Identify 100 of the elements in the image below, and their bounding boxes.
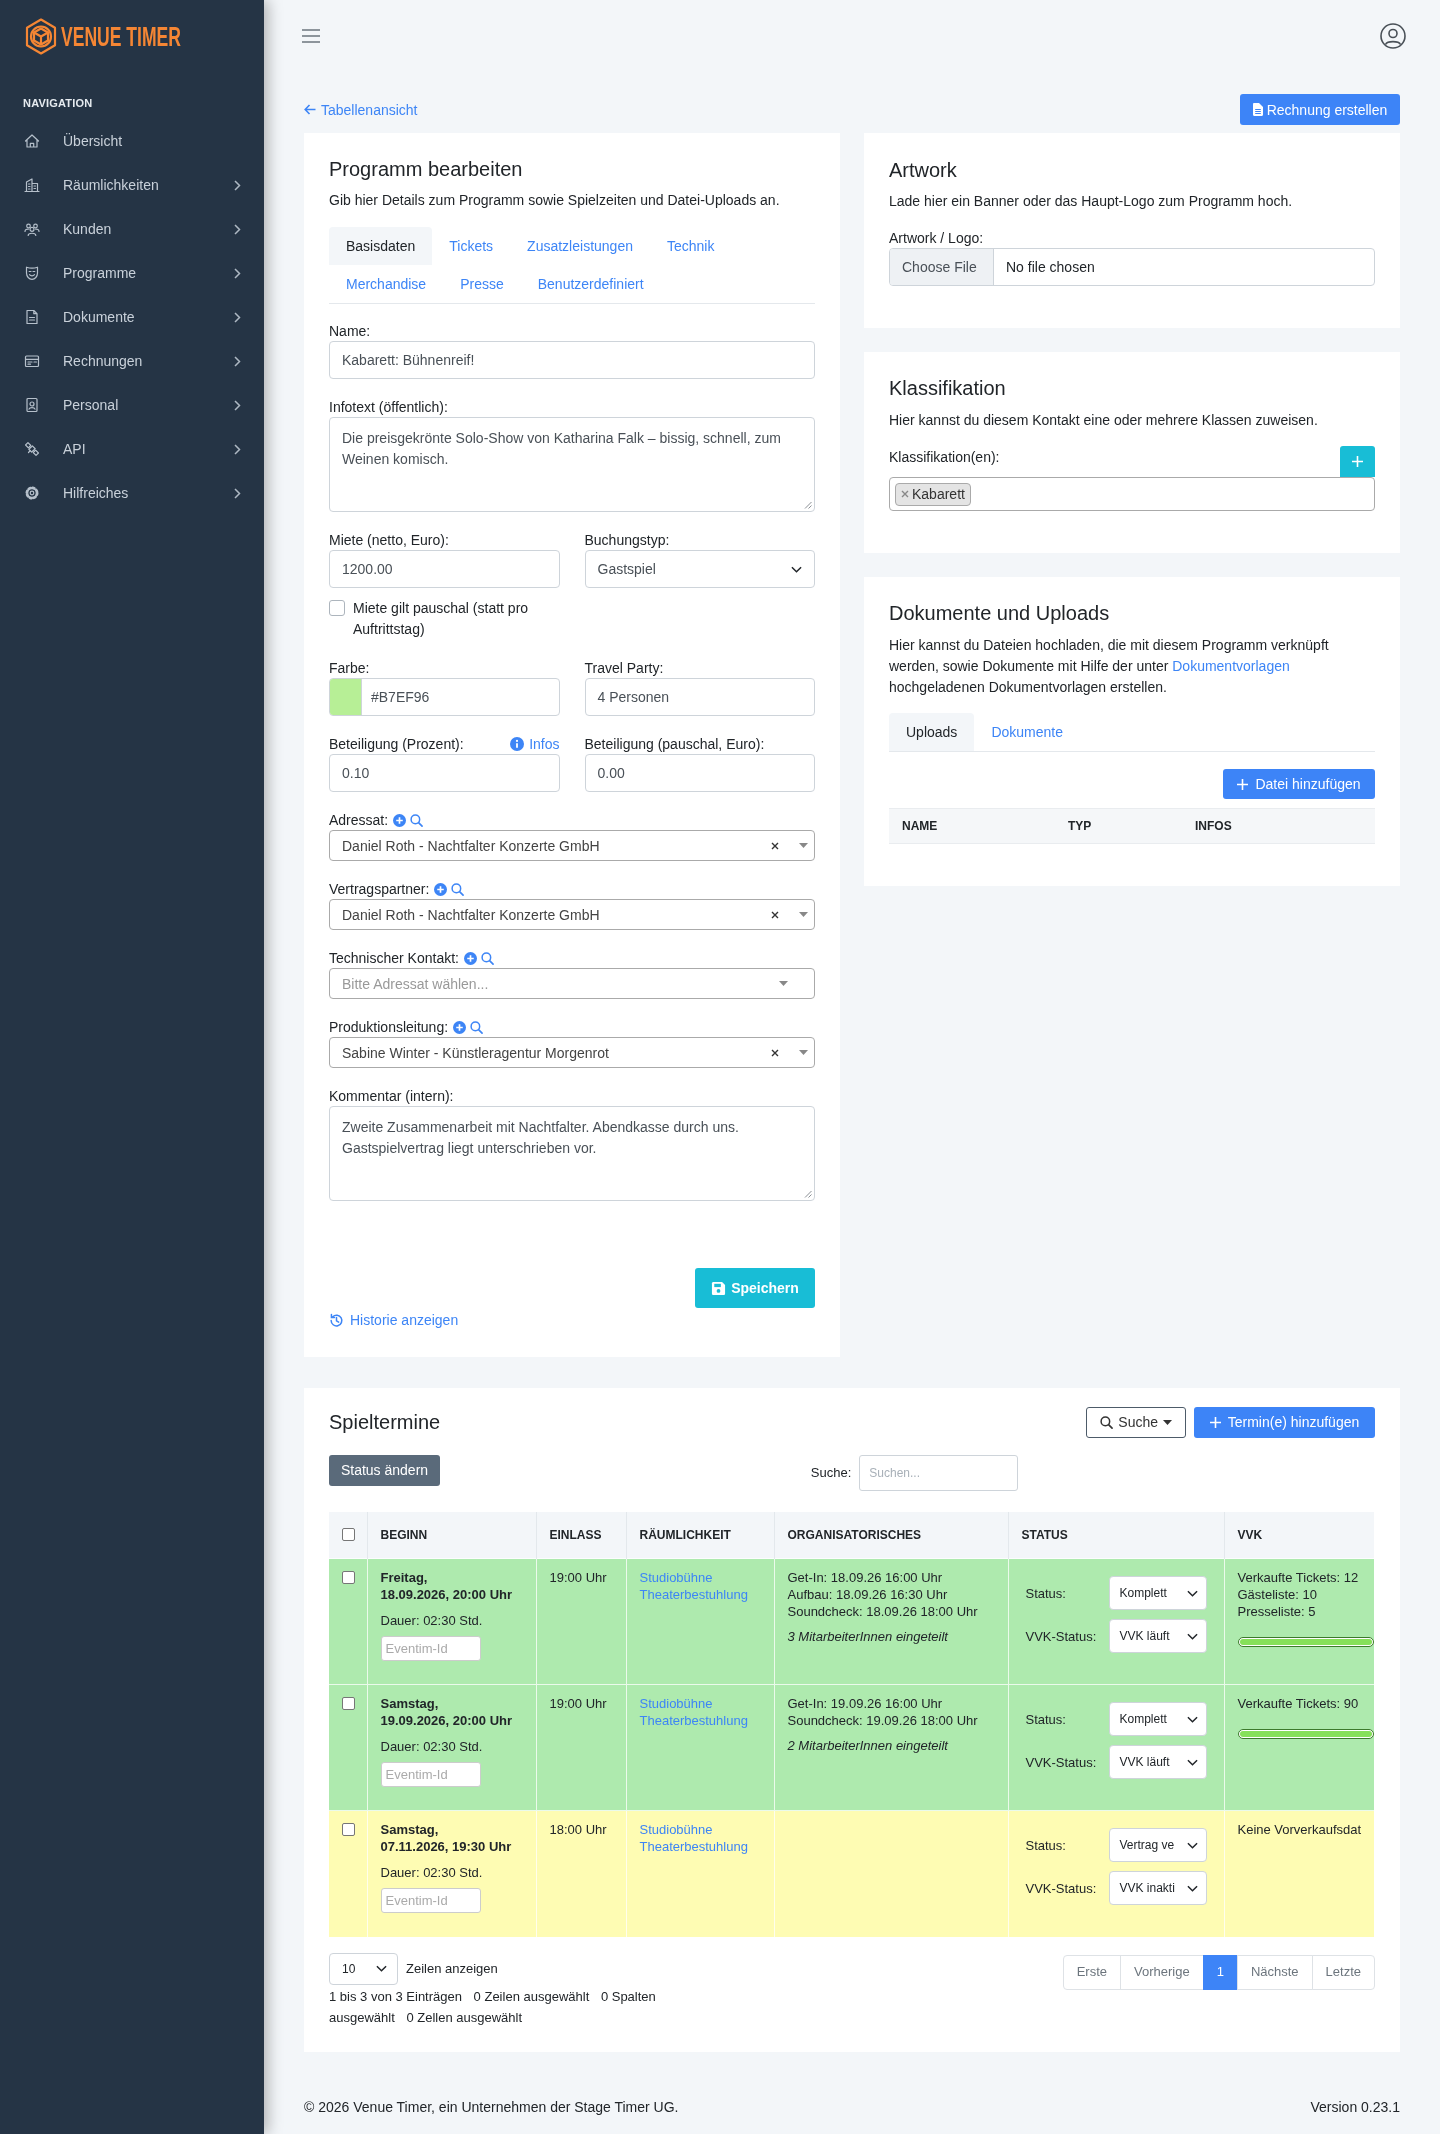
search-icon[interactable] <box>410 813 424 827</box>
start-day: Samstag, <box>380 1821 523 1838</box>
add-date-button[interactable]: Termin(e) hinzufügen <box>1194 1406 1375 1438</box>
page-button[interactable]: 1 <box>1202 1954 1238 1990</box>
arrow-left-icon <box>304 104 316 115</box>
text-input[interactable]: 0.00 <box>584 754 815 792</box>
contact-select[interactable]: Daniel Roth - Nachtfalter Konzerte GmbH <box>329 899 815 930</box>
sales-text: Keine Vorverkaufsdat <box>1237 1821 1363 1838</box>
sidebar-item[interactable]: Übersicht <box>0 119 264 163</box>
venue-link[interactable]: Studiobühne Theaterbestuhlung <box>639 1821 761 1855</box>
plus-circle-icon[interactable] <box>463 951 477 965</box>
tab[interactable]: Merchandise <box>329 265 444 303</box>
field-label: Status: <box>1025 1836 1067 1854</box>
presale-status-dropdown[interactable]: VVK läuft <box>1108 1745 1207 1779</box>
sidebar-item[interactable]: Dokumente <box>0 295 264 339</box>
sidebar-item[interactable]: API <box>0 427 264 471</box>
column-header: TYP <box>1067 818 1093 835</box>
tab[interactable]: Uploads <box>889 713 975 751</box>
close-icon[interactable] <box>771 910 779 919</box>
resize-grip-icon[interactable] <box>804 501 812 509</box>
chevron-right-icon <box>234 311 241 323</box>
card-description: Gib hier Details zum Programm sowie Spielzeiten und Datei-Uploads an. <box>329 191 781 210</box>
tab[interactable]: Basisdaten <box>329 227 433 265</box>
tab[interactable]: Presse <box>443 265 521 303</box>
presale-status-dropdown[interactable]: VVK läuft <box>1108 1619 1207 1653</box>
receipt-icon <box>24 353 40 369</box>
nav-heading: NAVIGATION <box>23 96 94 111</box>
status-dropdown[interactable]: Vertrag ve <box>1108 1828 1207 1862</box>
field-label: VVK-Status: <box>1025 1627 1098 1645</box>
text-input[interactable]: Kabarett: Bühnenreif! <box>329 341 815 379</box>
tag-input[interactable]: Kabarett <box>889 477 1375 511</box>
version-text: Version 0.23.1 <box>1310 2097 1400 2117</box>
status-dropdown[interactable]: Komplett <box>1108 1576 1207 1610</box>
checkbox-label: Miete gilt pauschal (statt pro Auftrittstag) <box>353 599 530 639</box>
templates-link[interactable]: Dokumentvorlagen <box>1172 658 1290 674</box>
contact-select[interactable]: Daniel Roth - Nachtfalter Konzerte GmbH <box>329 830 815 861</box>
field-label: VVK-Status: <box>1025 1879 1098 1897</box>
info-link[interactable]: Infos <box>510 734 560 754</box>
plus-circle-icon[interactable] <box>393 813 407 827</box>
resize-grip-icon[interactable] <box>804 1190 812 1198</box>
row-checkbox[interactable] <box>342 1571 355 1584</box>
plus-circle-icon[interactable] <box>453 1020 467 1034</box>
create-invoice-button[interactable]: Rechnung erstellen <box>1240 94 1400 125</box>
status-dropdown[interactable]: Komplett <box>1108 1702 1207 1736</box>
sidebar-item[interactable]: Programme <box>0 251 264 295</box>
presale-status-dropdown[interactable]: VVK inakti <box>1108 1871 1207 1905</box>
text-area[interactable]: Zweite Zusammenarbeit mit Nachtfalter. Abendkasse durch uns. Gastspielvertrag liegt unterschrieben vor. <box>329 1106 815 1201</box>
tab[interactable]: Technik <box>649 227 732 265</box>
search-icon[interactable] <box>480 951 494 965</box>
page-length-select[interactable]: 10 <box>329 1952 398 1985</box>
sales-text: Presseliste: 5 <box>1237 1603 1317 1620</box>
user-icon[interactable] <box>1380 23 1406 49</box>
start-date: 18.09.2026, 20:00 Uhr <box>380 1586 514 1603</box>
chevron-down-icon <box>1186 1589 1198 1597</box>
sidebar-item[interactable]: Hilfreiches <box>0 471 264 515</box>
close-icon[interactable] <box>771 841 779 850</box>
tab[interactable]: Benutzerdefiniert <box>520 265 661 303</box>
tab[interactable]: Zusatzleistungen <box>510 227 650 265</box>
text-area[interactable]: Die preisgekrönte Solo-Show von Katharina Falk – bissig, schnell, zum Weinen komisch. <box>329 417 815 512</box>
sidebar-item[interactable]: Rechnungen <box>0 339 264 383</box>
search-icon[interactable] <box>451 882 465 896</box>
row-checkbox[interactable] <box>342 1823 355 1836</box>
search-icon[interactable] <box>470 1020 484 1034</box>
card-title: Artwork <box>889 158 958 182</box>
sidebar-item[interactable]: Kunden <box>0 207 264 251</box>
field-label: Vertragspartner: <box>329 880 430 899</box>
sidebar-item[interactable]: Räumlichkeiten <box>0 163 264 207</box>
tab[interactable]: Tickets <box>432 227 511 265</box>
history-link[interactable]: Historie anzeigen <box>329 1310 459 1330</box>
mask-icon <box>24 265 40 281</box>
tab[interactable]: Dokumente <box>974 713 1080 751</box>
search-toggle-button[interactable]: Suche <box>1086 1406 1186 1438</box>
select-all-checkbox[interactable] <box>342 1528 355 1542</box>
add-file-button[interactable]: Datei hinzufügen <box>1223 769 1375 799</box>
contact-select[interactable]: Sabine Winter - Künstleragentur Morgenrot <box>329 1037 815 1068</box>
row-checkbox[interactable] <box>342 1697 355 1710</box>
plus-circle-icon[interactable] <box>434 882 448 896</box>
plus-icon <box>1352 456 1363 467</box>
card-description: Lade hier ein Banner oder das Haupt-Logo zum Programm hoch. <box>889 192 1294 211</box>
file-input[interactable]: Choose File No file chosen <box>889 248 1375 286</box>
change-status-button[interactable]: Status ändern <box>329 1454 440 1486</box>
text-input[interactable]: 4 Personen <box>584 678 815 716</box>
start-date: 19.09.2026, 20:00 Uhr <box>380 1712 514 1729</box>
text-input[interactable]: 1200.00 <box>329 550 560 588</box>
sales-text: Verkaufte Tickets: 12 <box>1237 1569 1360 1586</box>
close-icon[interactable] <box>771 1048 779 1057</box>
sidebar-item[interactable]: Personal <box>0 383 264 427</box>
dropdown[interactable]: Gastspiel <box>584 550 815 588</box>
menu-icon[interactable] <box>302 29 320 43</box>
color-input[interactable]: #B7EF96 <box>329 678 560 716</box>
color-swatch[interactable] <box>330 679 362 715</box>
card-title: Klassifikation <box>889 376 1007 400</box>
choose-file-button[interactable]: Choose File <box>890 249 994 285</box>
add-class-button[interactable] <box>1340 446 1375 477</box>
text-input[interactable]: 0.10 <box>329 754 560 792</box>
start-date: 07.11.2026, 19:30 Uhr <box>380 1838 513 1855</box>
chevron-down-icon <box>1186 1884 1198 1892</box>
building-icon <box>24 177 40 193</box>
field-label: Buchungstyp: <box>584 531 670 550</box>
checkbox[interactable] <box>329 600 345 616</box>
